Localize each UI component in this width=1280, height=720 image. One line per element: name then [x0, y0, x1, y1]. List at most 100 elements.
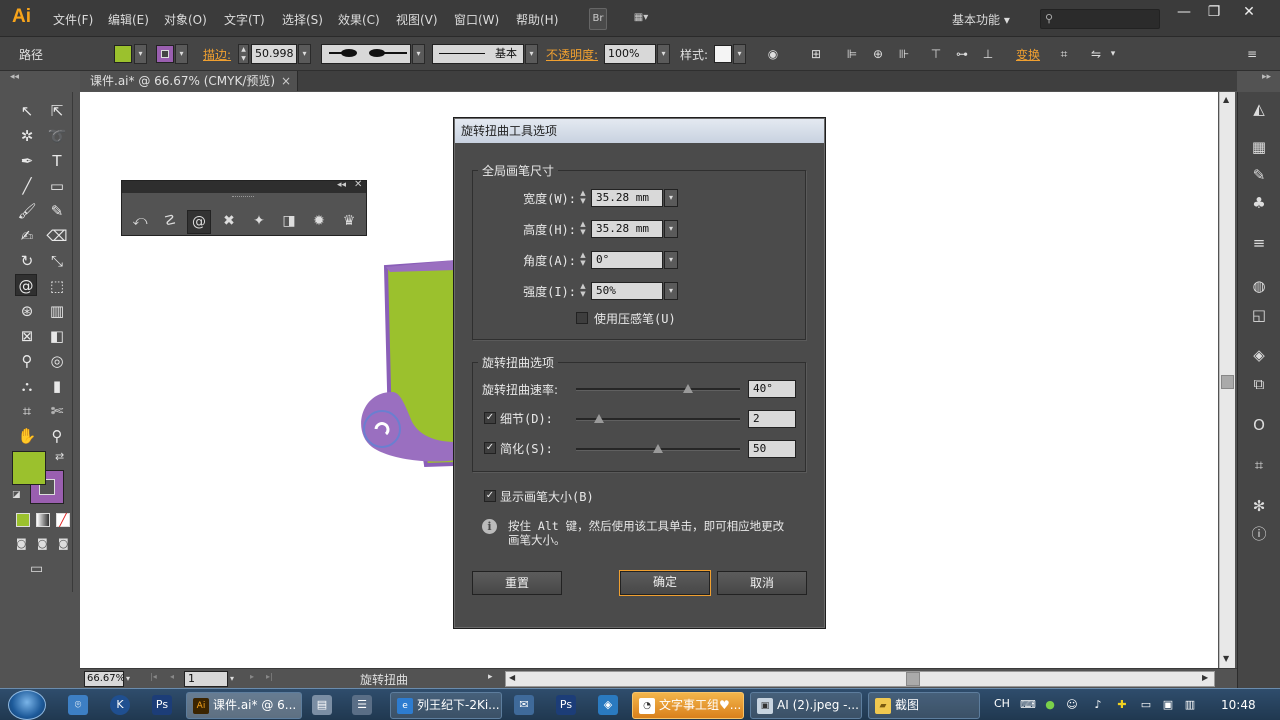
- input-language[interactable]: CH: [994, 697, 1010, 710]
- vertical-scrollbar[interactable]: ▲ ▼: [1219, 92, 1235, 668]
- angle-dropdown[interactable]: ▾: [664, 251, 678, 269]
- draw-inside-icon[interactable]: ◙: [58, 537, 69, 550]
- eraser-tool-icon[interactable]: ⌫: [46, 225, 68, 247]
- default-colors-icon[interactable]: ◪: [12, 490, 21, 500]
- scale-tool-icon[interactable]: ⤡: [46, 250, 68, 272]
- fill-swatch[interactable]: [114, 45, 132, 63]
- stroke-weight-input[interactable]: 50.998: [251, 44, 297, 64]
- isolate-icon[interactable]: ⌗: [1056, 47, 1072, 61]
- network-tray-icon[interactable]: ▥: [1182, 697, 1198, 713]
- restore-button[interactable]: ❐: [1198, 4, 1230, 22]
- horizontal-scrollbar[interactable]: ◀ ▶: [505, 671, 1215, 687]
- network-icon[interactable]: ⌾: [68, 695, 88, 715]
- start-button[interactable]: [8, 690, 46, 720]
- twirl-tool-icon[interactable]: @: [15, 274, 37, 296]
- mesh-tool-icon[interactable]: ⊠: [16, 325, 38, 347]
- symbols-icon[interactable]: ♣: [1248, 192, 1270, 214]
- rectangle-tool-icon[interactable]: ▭: [46, 175, 68, 197]
- menu-help[interactable]: 帮助(H): [516, 11, 558, 28]
- stroke-label[interactable]: 描边:: [203, 46, 231, 63]
- collapse-tools-icon[interactable]: ◂◂: [10, 72, 19, 82]
- magic-wand-tool-icon[interactable]: ✲: [16, 125, 38, 147]
- usb-icon[interactable]: ▭: [1138, 697, 1154, 713]
- twirl-tool-icon[interactable]: @: [187, 210, 211, 234]
- menu-select[interactable]: 选择(S): [282, 11, 323, 28]
- pencil-tool-icon[interactable]: ✎: [46, 200, 68, 222]
- opacity-dropdown[interactable]: ▾: [657, 44, 670, 64]
- hand-tool-icon[interactable]: ✋: [16, 425, 38, 447]
- taskbar-item-browser[interactable]: e 列王纪下-2Ki...: [390, 692, 502, 719]
- graphic-style-swatch[interactable]: [714, 45, 732, 63]
- height-dropdown[interactable]: ▾: [664, 220, 678, 238]
- artboard-number-input[interactable]: 1: [184, 671, 228, 687]
- lasso-tool-icon[interactable]: ➰: [46, 125, 68, 147]
- scroll-up-icon[interactable]: ▲: [1223, 95, 1229, 104]
- envelope-icon[interactable]: ⇋: [1088, 47, 1104, 61]
- horizontal-scroll-thumb[interactable]: [906, 672, 920, 686]
- taskbar-item-illustrator[interactable]: Ai 课件.ai* @ 6...: [186, 692, 302, 719]
- pucker-tool-icon[interactable]: ✖: [217, 210, 241, 234]
- vertical-scroll-thumb[interactable]: [1221, 375, 1234, 389]
- width-input[interactable]: 35.28 mm: [591, 189, 663, 207]
- reset-button[interactable]: 重置: [472, 571, 562, 595]
- menu-effect[interactable]: 效果(C): [338, 11, 380, 28]
- document-tab[interactable]: 课件.ai* @ 66.67% (CMYK/预览) ×: [80, 71, 298, 91]
- width-dropdown[interactable]: ▾: [664, 189, 678, 207]
- align-center-icon[interactable]: ⊕: [870, 47, 886, 61]
- simplify-input[interactable]: 50: [748, 440, 796, 458]
- photoshop-icon[interactable]: Ps: [152, 695, 172, 715]
- collapse-flyout-icon[interactable]: ◂◂: [337, 180, 346, 190]
- bridge-button[interactable]: Br: [589, 8, 607, 30]
- screen-mode-icon[interactable]: ▭: [30, 561, 43, 577]
- angle-input[interactable]: 0°: [591, 251, 663, 269]
- recolor-artwork-icon[interactable]: ◉: [765, 47, 781, 61]
- qq-icon[interactable]: ☺: [1064, 697, 1080, 713]
- panel-menu-icon[interactable]: ≡: [1244, 47, 1260, 61]
- align-left-icon[interactable]: ⊫: [844, 47, 860, 61]
- width-profile-dropdown[interactable]: ▾: [412, 44, 425, 64]
- fill-color-box[interactable]: [12, 451, 46, 485]
- simplify-slider-thumb[interactable]: [653, 444, 663, 453]
- opacity-input[interactable]: 100%: [604, 44, 656, 64]
- flyout-header[interactable]: ◂◂ ✕: [122, 179, 366, 193]
- gradient-panel-icon[interactable]: ◍: [1248, 275, 1270, 297]
- chevron-down-icon[interactable]: ▾: [1108, 47, 1118, 61]
- close-button[interactable]: ✕: [1233, 4, 1265, 22]
- scroll-right-icon[interactable]: ▶: [1202, 673, 1208, 682]
- free-transform-tool-icon[interactable]: ⬚: [46, 275, 68, 297]
- fill-dropdown[interactable]: ▾: [134, 44, 147, 64]
- ok-button[interactable]: 确定: [619, 570, 711, 596]
- close-tab-icon[interactable]: ×: [281, 71, 291, 91]
- twirl-rate-slider-thumb[interactable]: [682, 384, 693, 393]
- width-tool-icon[interactable]: ⤺: [128, 210, 152, 234]
- angle-stepper[interactable]: ▲ ▼: [578, 251, 588, 269]
- symbol-sprayer-tool-icon[interactable]: ⛬: [16, 375, 38, 397]
- appearance-icon[interactable]: ✻: [1248, 495, 1270, 517]
- detail-slider-thumb[interactable]: [593, 414, 604, 423]
- direct-selection-tool-icon[interactable]: ⇱: [46, 100, 68, 122]
- transform-link[interactable]: 变换: [1016, 46, 1040, 63]
- bloat-tool-icon[interactable]: ✦: [247, 210, 271, 234]
- align-to-icon[interactable]: ⊞: [808, 47, 824, 61]
- clock[interactable]: 10:48: [1221, 698, 1256, 712]
- last-artboard-icon[interactable]: ▸|: [266, 672, 273, 681]
- intensity-input[interactable]: 50%: [591, 282, 663, 300]
- graphic-style-dropdown[interactable]: ▾: [733, 44, 746, 64]
- brush-style-select[interactable]: 基本: [432, 44, 524, 64]
- intensity-stepper[interactable]: ▲ ▼: [578, 282, 588, 300]
- artboard-dropdown[interactable]: ▾: [230, 671, 234, 687]
- keyboard-icon[interactable]: ⌨: [1020, 697, 1036, 713]
- scallop-tool-icon[interactable]: ◨: [277, 210, 301, 234]
- zoom-input[interactable]: 66.67%: [84, 671, 124, 687]
- minimize-button[interactable]: —: [1168, 4, 1200, 22]
- menu-window[interactable]: 窗口(W): [454, 11, 499, 28]
- blob-brush-tool-icon[interactable]: ✍: [16, 225, 38, 247]
- menu-type[interactable]: 文字(T): [224, 11, 265, 28]
- brushes-icon[interactable]: ✎: [1248, 164, 1270, 186]
- stroke-dropdown[interactable]: ▾: [175, 44, 188, 64]
- twirl-rate-slider[interactable]: [576, 388, 740, 391]
- type-tool-icon[interactable]: T: [46, 150, 68, 172]
- scroll-down-icon[interactable]: ▼: [1223, 654, 1229, 663]
- menu-view[interactable]: 视图(V): [396, 11, 438, 28]
- transform-panel-icon[interactable]: ⌗: [1248, 454, 1270, 476]
